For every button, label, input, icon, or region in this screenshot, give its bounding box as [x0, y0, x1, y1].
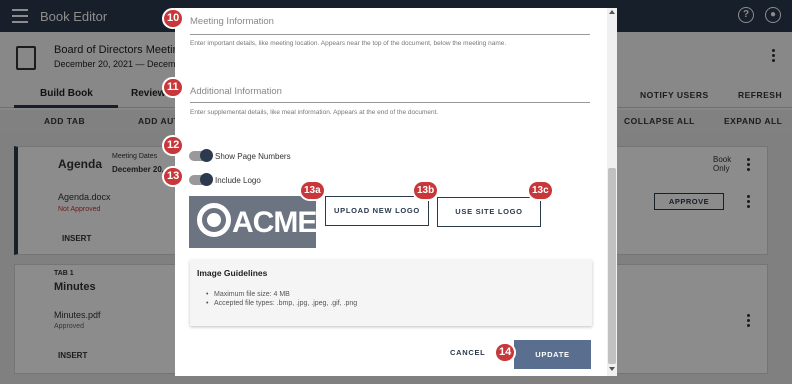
include-logo-label: Include Logo: [215, 176, 261, 185]
image-guidelines-title: Image Guidelines: [197, 268, 268, 278]
include-logo-toggle[interactable]: [189, 173, 213, 186]
callout-badge-11: 11: [162, 77, 184, 98]
callout-badge-13a: 13a: [299, 180, 326, 201]
callout-badge-13b: 13b: [412, 180, 440, 201]
meeting-info-label: Meeting Information: [190, 16, 274, 27]
acme-logo-emblem-center: [207, 213, 221, 227]
use-site-logo-button[interactable]: USE SITE LOGO: [437, 197, 541, 227]
acme-logo-text: ACME: [232, 206, 317, 239]
additional-info-field[interactable]: [190, 102, 590, 103]
callout-badge-10: 10: [162, 8, 185, 29]
modal-scrollbar-thumb[interactable]: [608, 168, 616, 364]
additional-info-help: Enter supplemental details, like meal in…: [190, 109, 439, 116]
meeting-info-field[interactable]: [190, 34, 590, 35]
additional-info-label: Additional Information: [190, 86, 282, 97]
guideline-item: Accepted file types: .bmp, .jpg, .jpeg, …: [206, 300, 357, 307]
callout-badge-13: 13: [162, 166, 185, 187]
callout-badge-12: 12: [162, 135, 185, 156]
cancel-button[interactable]: CANCEL: [450, 348, 485, 357]
scroll-down-icon[interactable]: [609, 367, 615, 371]
upload-new-logo-button[interactable]: UPLOAD NEW LOGO: [325, 196, 429, 226]
guideline-item: Maximum file size: 4 MB: [206, 291, 290, 298]
meeting-info-help: Enter important details, like meeting lo…: [190, 40, 507, 47]
show-page-numbers-toggle[interactable]: [189, 149, 213, 162]
callout-badge-13c: 13c: [527, 180, 554, 201]
scroll-up-icon[interactable]: [609, 10, 615, 14]
update-button[interactable]: UPDATE: [514, 340, 591, 369]
callout-badge-14: 14: [494, 342, 517, 363]
show-page-numbers-label: Show Page Numbers: [215, 152, 291, 161]
